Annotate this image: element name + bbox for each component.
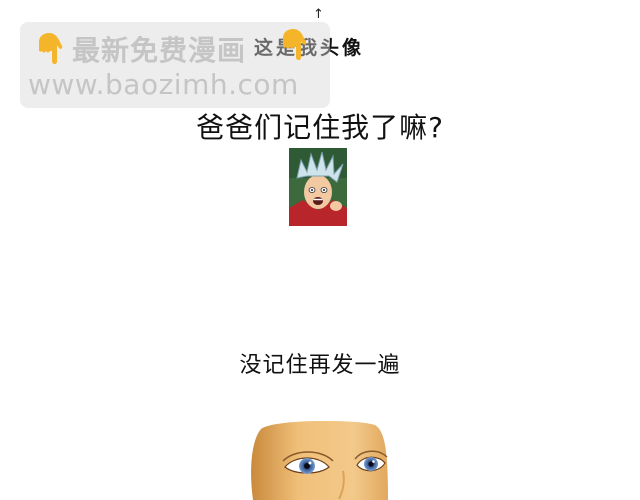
pointing-down-hand-icon [36,32,66,66]
main-question: 爸爸们记住我了嘛? [196,111,444,144]
watermark-url: www.baozimh.com [28,68,299,101]
watermark-line1: 最新免费漫画 [36,30,246,68]
pointing-down-hand-icon [280,28,310,62]
watermark-title: 最新免费漫画 [72,34,247,67]
avatar [289,148,347,226]
face-closeup-image [247,421,388,500]
arrow-up-icon: ↑ [313,7,324,22]
repeat-text: 没记住再发一遍 [239,353,401,378]
